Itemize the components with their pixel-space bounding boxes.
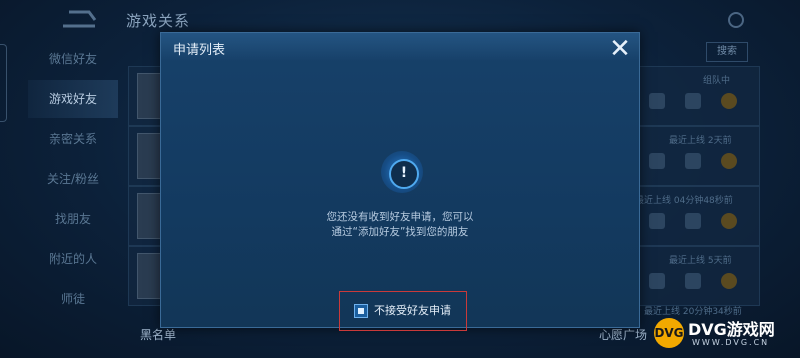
coin-icon[interactable] [721, 213, 737, 229]
friend-status: 最近上线 2天前 [669, 136, 732, 146]
tab-find-friends[interactable]: 找朋友 [28, 200, 118, 238]
watermark-url: WWW.DVG.CN [692, 338, 770, 347]
close-icon[interactable]: ✕ [606, 36, 634, 64]
watermark-brand: DVG游戏网 [688, 320, 775, 339]
message-icon[interactable] [685, 93, 701, 109]
tab-game-friends[interactable]: 游戏好友 [28, 80, 118, 118]
friend-status: 组队中 [703, 76, 731, 86]
reject-requests-checkbox[interactable] [354, 304, 368, 318]
dialog-title-bar [161, 33, 639, 61]
left-edge-handle[interactable] [0, 44, 7, 122]
coin-icon[interactable] [721, 153, 737, 169]
tab-close-relations[interactable]: 亲密关系 [28, 120, 118, 158]
reject-requests-label: 不接受好友申请 [374, 304, 451, 317]
coin-icon[interactable] [721, 273, 737, 289]
gift-icon[interactable] [649, 273, 665, 289]
gift-icon[interactable] [649, 153, 665, 169]
message-icon[interactable] [685, 153, 701, 169]
gift-icon[interactable] [649, 93, 665, 109]
coin-icon[interactable] [721, 93, 737, 109]
message-icon[interactable] [685, 213, 701, 229]
left-tab-list: 微信好友 游戏好友 亲密关系 关注/粉丝 找朋友 附近的人 师徒 [28, 38, 118, 338]
tab-follow-fans[interactable]: 关注/粉丝 [28, 160, 118, 198]
watermark-logo: DVG DVG游戏网 WWW.DVG.CN [654, 314, 794, 354]
empty-message-line2: 通过“添加好友”找到您的朋友 [331, 226, 469, 238]
friend-status: 最近上线 5天前 [669, 256, 732, 266]
dialog-title: 申请列表 [173, 43, 226, 58]
back-icon[interactable] [55, 6, 101, 32]
empty-message-line1: 您还没有收到好友申请，您可以 [326, 211, 474, 223]
exclamation-icon: ! [389, 159, 419, 189]
message-icon[interactable] [685, 273, 701, 289]
tab-nearby[interactable]: 附近的人 [28, 240, 118, 278]
apply-list-dialog: 申请列表 ! 您还没有收到好友申请，您可以 通过“添加好友”找到您的朋友 不接受… [160, 32, 640, 331]
reject-requests-option[interactable]: 不接受好友申请 [339, 291, 467, 331]
friend-status: 最近上线 04分钟48秒前 [635, 196, 733, 206]
tab-wechat-friends[interactable]: 微信好友 [28, 40, 118, 78]
tab-mentor[interactable]: 师徒 [28, 280, 118, 318]
watermark-badge-icon: DVG [654, 318, 684, 348]
gift-icon[interactable] [649, 213, 665, 229]
page-title: 游戏关系 [126, 12, 191, 30]
settings-icon[interactable] [728, 12, 744, 28]
search-button[interactable]: 搜索 [706, 42, 748, 62]
alert-icon: ! [381, 151, 423, 193]
